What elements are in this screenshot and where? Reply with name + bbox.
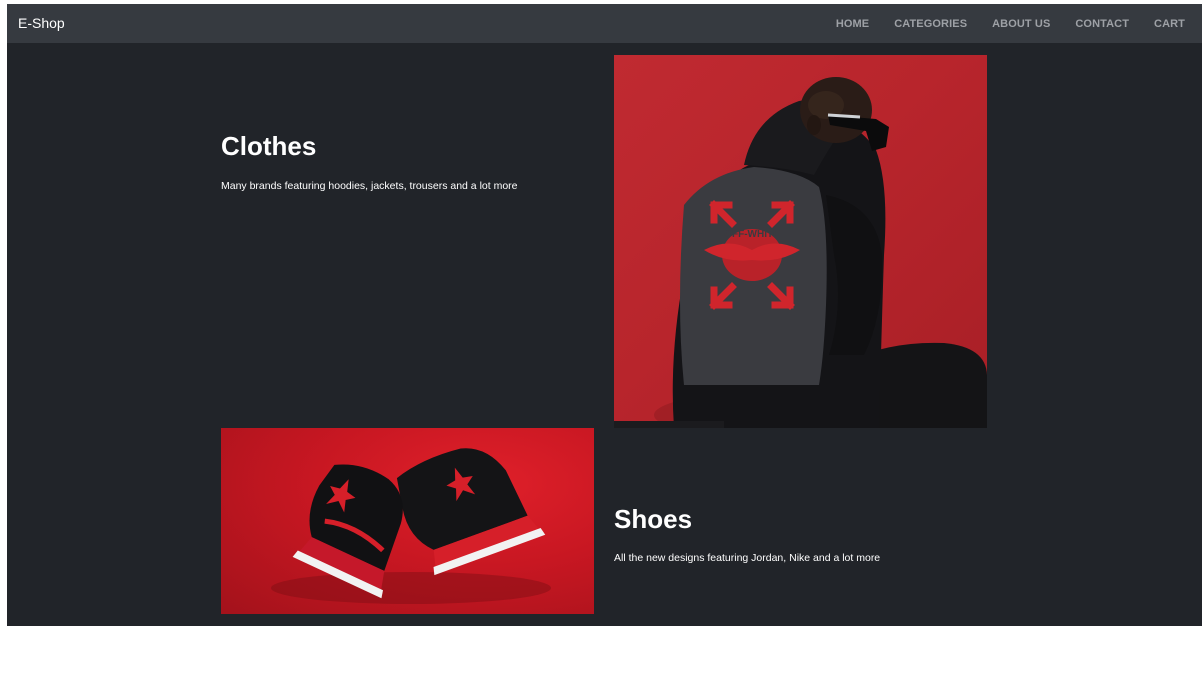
brand-logo-link[interactable]: E-Shop bbox=[18, 4, 65, 43]
sneakers-illustration bbox=[271, 448, 551, 604]
nav-link-about-us[interactable]: ABOUT US bbox=[992, 18, 1050, 30]
nav-link-contact[interactable]: CONTACT bbox=[1075, 18, 1129, 30]
shoes-image bbox=[221, 428, 594, 614]
shoes-description: All the new designs featuring Jordan, Ni… bbox=[614, 552, 881, 564]
nav-link-categories[interactable]: CATEGORIES bbox=[894, 18, 967, 30]
clothes-image: OFF-WHITE bbox=[614, 55, 987, 428]
clothes-description: Many brands featuring hoodies, jackets, … bbox=[221, 180, 518, 192]
shoes-title: Shoes bbox=[614, 504, 693, 534]
page-container: E-Shop HOME CATEGORIES ABOUT US CONTACT … bbox=[7, 4, 1202, 626]
clothes-title: Clothes bbox=[221, 131, 317, 161]
nav-link-home[interactable]: HOME bbox=[836, 18, 869, 30]
hoodie-model-illustration: OFF-WHITE bbox=[614, 77, 987, 428]
nav-links: HOME CATEGORIES ABOUT US CONTACT CART bbox=[811, 4, 1185, 43]
top-navbar: E-Shop HOME CATEGORIES ABOUT US CONTACT … bbox=[7, 4, 1202, 43]
svg-text:OFF-WHITE: OFF-WHITE bbox=[724, 229, 780, 240]
nav-link-cart[interactable]: CART bbox=[1154, 18, 1185, 30]
